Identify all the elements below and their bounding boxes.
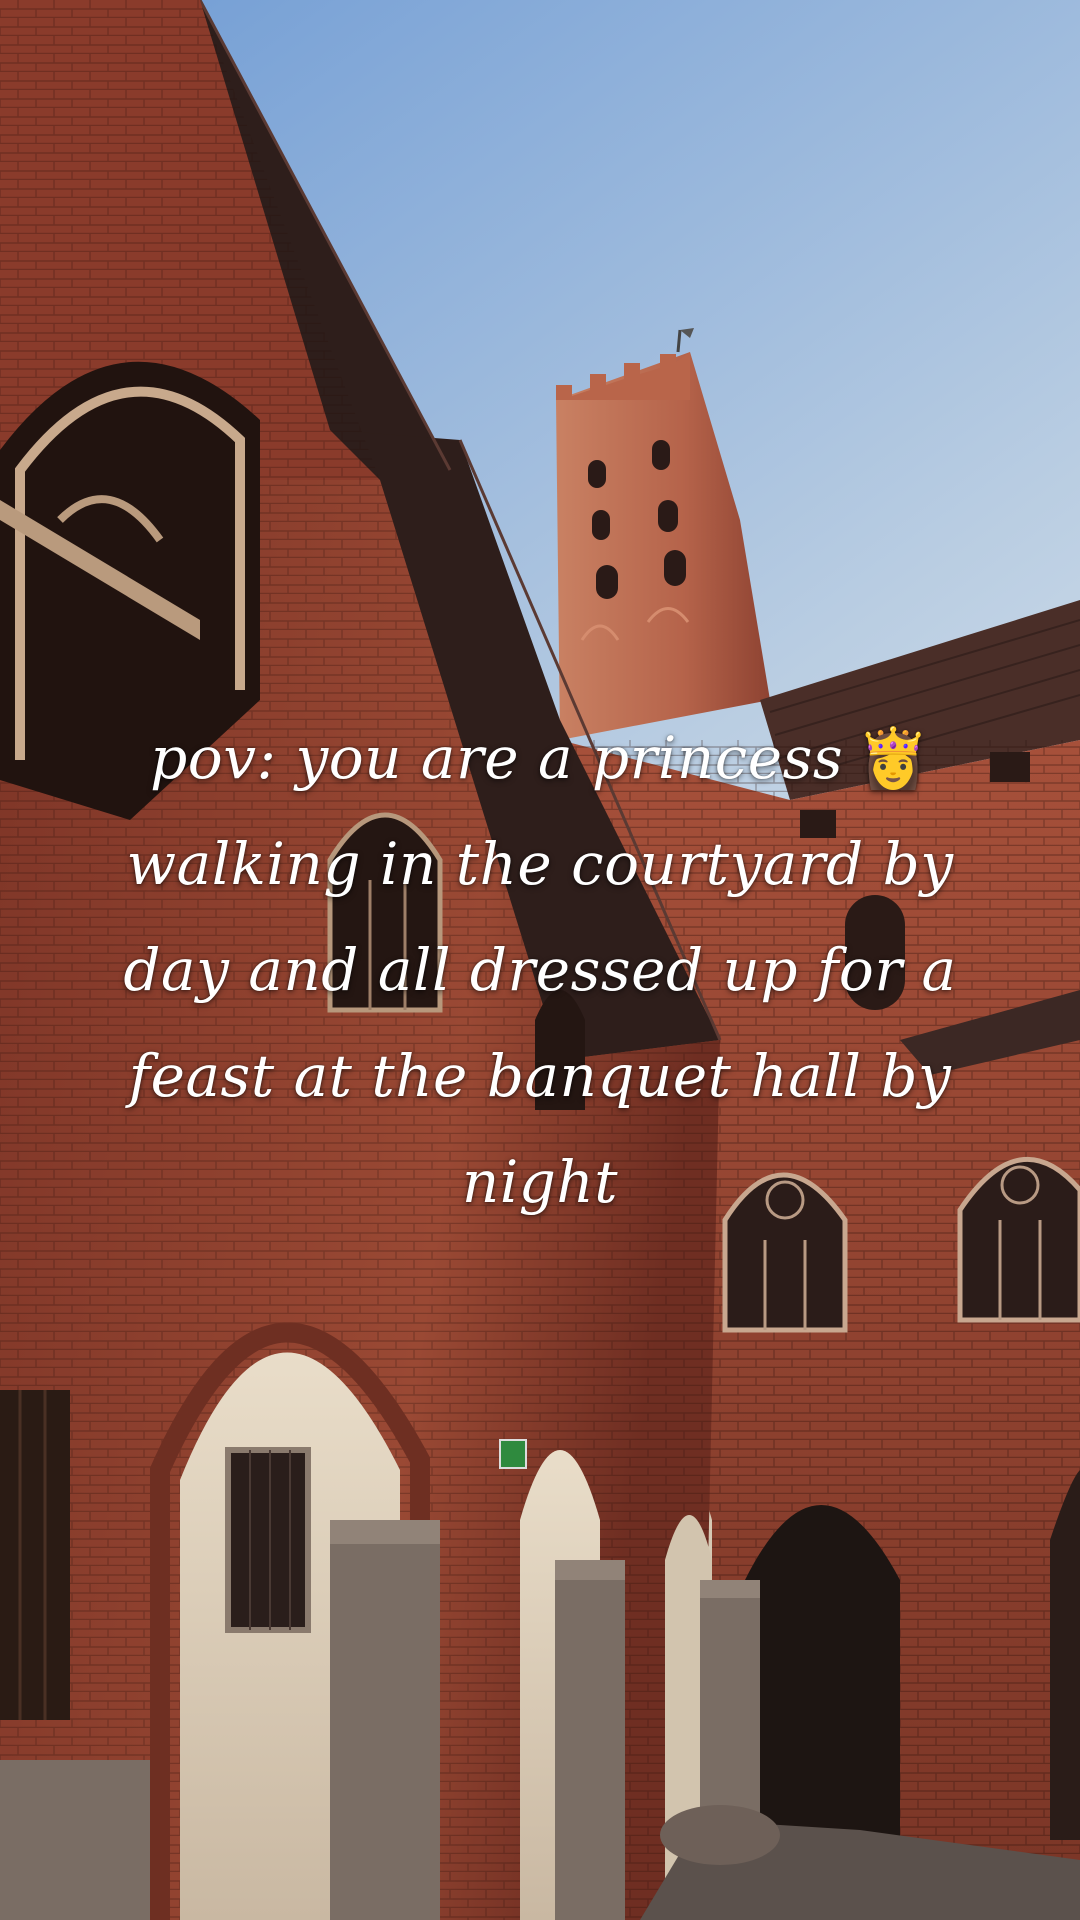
video-frame: pov: you are a princess 👸 walking in the …	[0, 0, 1080, 1920]
princess-emoji-icon: 👸	[857, 724, 930, 792]
caption-line-4: feast at the banquet hall by	[128, 1042, 952, 1110]
caption-line-5: night	[461, 1148, 619, 1216]
caption-line-3: day and all dressed up for a	[123, 936, 957, 1004]
video-caption: pov: you are a princess 👸 walking in the …	[90, 705, 990, 1235]
caption-line-1: pov: you are a princess 👸	[150, 724, 930, 792]
caption-line-2: walking in the courtyard by	[126, 830, 954, 898]
